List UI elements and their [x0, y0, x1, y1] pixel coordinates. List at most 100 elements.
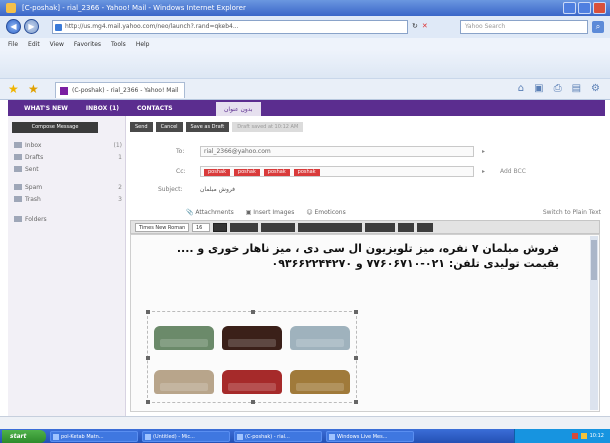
folder-spam[interactable]: Spam 2 — [14, 182, 122, 192]
save-draft-button[interactable]: Save as Draft — [185, 122, 230, 132]
cancel-button[interactable]: Cancel — [155, 122, 183, 132]
message-body-editor[interactable]: فروش مبلمان ۷ نفره، میز تلویزیون ال سی د… — [130, 234, 600, 412]
menu-bar: File Edit View Favorites Tools Help — [0, 38, 610, 50]
recipient-chip[interactable]: poshak — [233, 169, 260, 176]
sofa-image[interactable] — [146, 310, 358, 404]
text-style-buttons[interactable] — [230, 222, 258, 232]
emoticons-link[interactable]: ☺ Emoticons — [306, 209, 345, 216]
menu-tools[interactable]: Tools — [111, 41, 126, 48]
sent-icon — [14, 166, 22, 172]
tray-icon[interactable] — [571, 433, 578, 439]
close-button[interactable] — [593, 2, 606, 14]
list-buttons[interactable] — [365, 222, 395, 232]
subject-field[interactable]: فروش مبلمان — [200, 186, 235, 193]
folder-label: Inbox — [25, 141, 42, 149]
insert-images-link[interactable]: ▣ Insert Images — [246, 209, 295, 216]
recipient-chip[interactable]: poshak — [263, 169, 290, 176]
resize-handle[interactable] — [354, 356, 358, 360]
attach-label: Attachments — [195, 209, 234, 216]
recipient-chip[interactable]: poshak — [204, 169, 230, 176]
menu-edit[interactable]: Edit — [28, 41, 40, 48]
menu-help[interactable]: Help — [136, 41, 150, 48]
rtl-button[interactable] — [417, 222, 433, 232]
taskbar-item[interactable]: Windows Live Mes... — [326, 430, 414, 442]
tray-icon[interactable] — [580, 433, 587, 439]
cc-field[interactable]: poshak poshak poshak poshak — [200, 166, 474, 177]
tools-menu-icon[interactable]: ⚙ — [591, 83, 600, 94]
taskbar-item-label: Windows Live Mes... — [337, 433, 388, 440]
font-family-select[interactable]: Times New Roman — [135, 222, 189, 232]
inbox-icon — [14, 142, 22, 148]
folder-folders[interactable]: Folders — [14, 214, 122, 224]
folder-count: 1 — [118, 153, 122, 161]
browser-tab[interactable]: (C-poshak) - rial_2366 - Yahoo! Mail — [55, 82, 185, 98]
attach-file-link[interactable]: 📎 Attachments — [186, 209, 234, 216]
cc-row: Cc: poshak poshak poshak poshak ▸ Add BC… — [130, 166, 600, 178]
spam-icon — [14, 184, 22, 190]
taskbar-item[interactable]: (Untitled) - Mic... — [142, 430, 230, 442]
color-buttons[interactable] — [261, 222, 295, 232]
home-icon[interactable]: ⌂ — [518, 83, 524, 94]
taskbar-item[interactable]: (C-poshak) - rial... — [234, 430, 322, 442]
print-icon[interactable]: ⎙ — [554, 83, 562, 94]
back-button[interactable]: ◀ — [6, 19, 21, 34]
resize-handle[interactable] — [354, 400, 358, 404]
editor-scrollbar[interactable] — [590, 236, 598, 410]
search-input[interactable]: Yahoo Search — [460, 20, 588, 34]
link-button[interactable] — [398, 222, 414, 232]
to-label: To: — [176, 148, 185, 155]
command-bar: ⌂ ▣ ⎙ ▤ ⚙ — [518, 83, 600, 94]
forward-button[interactable]: ▶ — [24, 19, 39, 34]
bold-button[interactable] — [213, 222, 227, 232]
nav-whats-new[interactable]: WHAT'S NEW — [24, 105, 68, 112]
taskbar-item[interactable]: pol-Ketab Matn... — [50, 430, 138, 442]
add-bcc-link[interactable]: Add BCC — [500, 168, 526, 175]
folder-sent[interactable]: Sent — [14, 164, 122, 174]
resize-handle[interactable] — [146, 356, 150, 360]
folder-inbox[interactable]: Inbox (1) — [14, 140, 122, 150]
font-size-select[interactable]: 16 — [192, 222, 210, 232]
address-bar[interactable]: http://us.mg4.mail.yahoo.com/neo/launch?… — [52, 20, 408, 34]
scrollbar-thumb[interactable] — [591, 240, 597, 280]
compose-panel: Send Cancel Save as Draft Draft saved at… — [126, 116, 605, 416]
resize-handle[interactable] — [251, 310, 255, 314]
alignment-buttons[interactable] — [298, 222, 362, 232]
clock: 10:12 — [589, 433, 604, 439]
drafts-icon — [14, 154, 22, 160]
start-button[interactable]: start — [2, 429, 46, 443]
trash-icon — [14, 196, 22, 202]
nav-contacts[interactable]: CONTACTS — [137, 105, 173, 112]
cc-chevron-icon[interactable]: ▸ — [482, 168, 485, 175]
menu-file[interactable]: File — [8, 41, 18, 48]
to-field[interactable]: rial_2366@yahoo.com — [200, 146, 474, 157]
resize-handle[interactable] — [146, 400, 150, 404]
resize-handle[interactable] — [146, 310, 150, 314]
recipient-chip[interactable]: poshak — [293, 169, 320, 176]
to-chevron-icon[interactable]: ▸ — [482, 148, 485, 155]
folder-drafts[interactable]: Drafts 1 — [14, 152, 122, 162]
resize-handle[interactable] — [251, 400, 255, 404]
add-favorite-icon[interactable]: ★ — [28, 83, 39, 95]
folder-trash[interactable]: Trash 3 — [14, 194, 122, 204]
search-icon[interactable]: ⌕ — [592, 21, 604, 33]
compose-tab[interactable]: بدون عنوان — [216, 102, 261, 116]
refresh-icon[interactable]: ↻ — [412, 22, 418, 30]
maximize-button[interactable] — [578, 2, 591, 14]
nav-inbox[interactable]: INBOX (1) — [86, 105, 119, 112]
sofa-beige — [154, 370, 214, 394]
compose-message-button[interactable]: Compose Message — [12, 122, 98, 133]
feeds-icon[interactable]: ▣ — [534, 83, 543, 94]
page-menu-icon[interactable]: ▤ — [572, 83, 581, 94]
plain-text-toggle[interactable]: Switch to Plain Text — [543, 209, 601, 216]
stop-icon[interactable]: ✕ — [422, 22, 428, 30]
subject-label: Subject: — [158, 186, 183, 193]
minimize-button[interactable] — [563, 2, 576, 14]
favorites-star-icon[interactable]: ★ — [8, 83, 19, 95]
menu-favorites[interactable]: Favorites — [74, 41, 101, 48]
send-button[interactable]: Send — [130, 122, 153, 132]
taskbar-item-icon — [145, 433, 151, 440]
menu-view[interactable]: View — [50, 41, 64, 48]
resize-handle[interactable] — [354, 310, 358, 314]
address-tools: ↻ ✕ — [412, 22, 428, 30]
window-title-bar: [C-poshak] - rial_2366 - Yahoo! Mail - W… — [0, 0, 610, 16]
